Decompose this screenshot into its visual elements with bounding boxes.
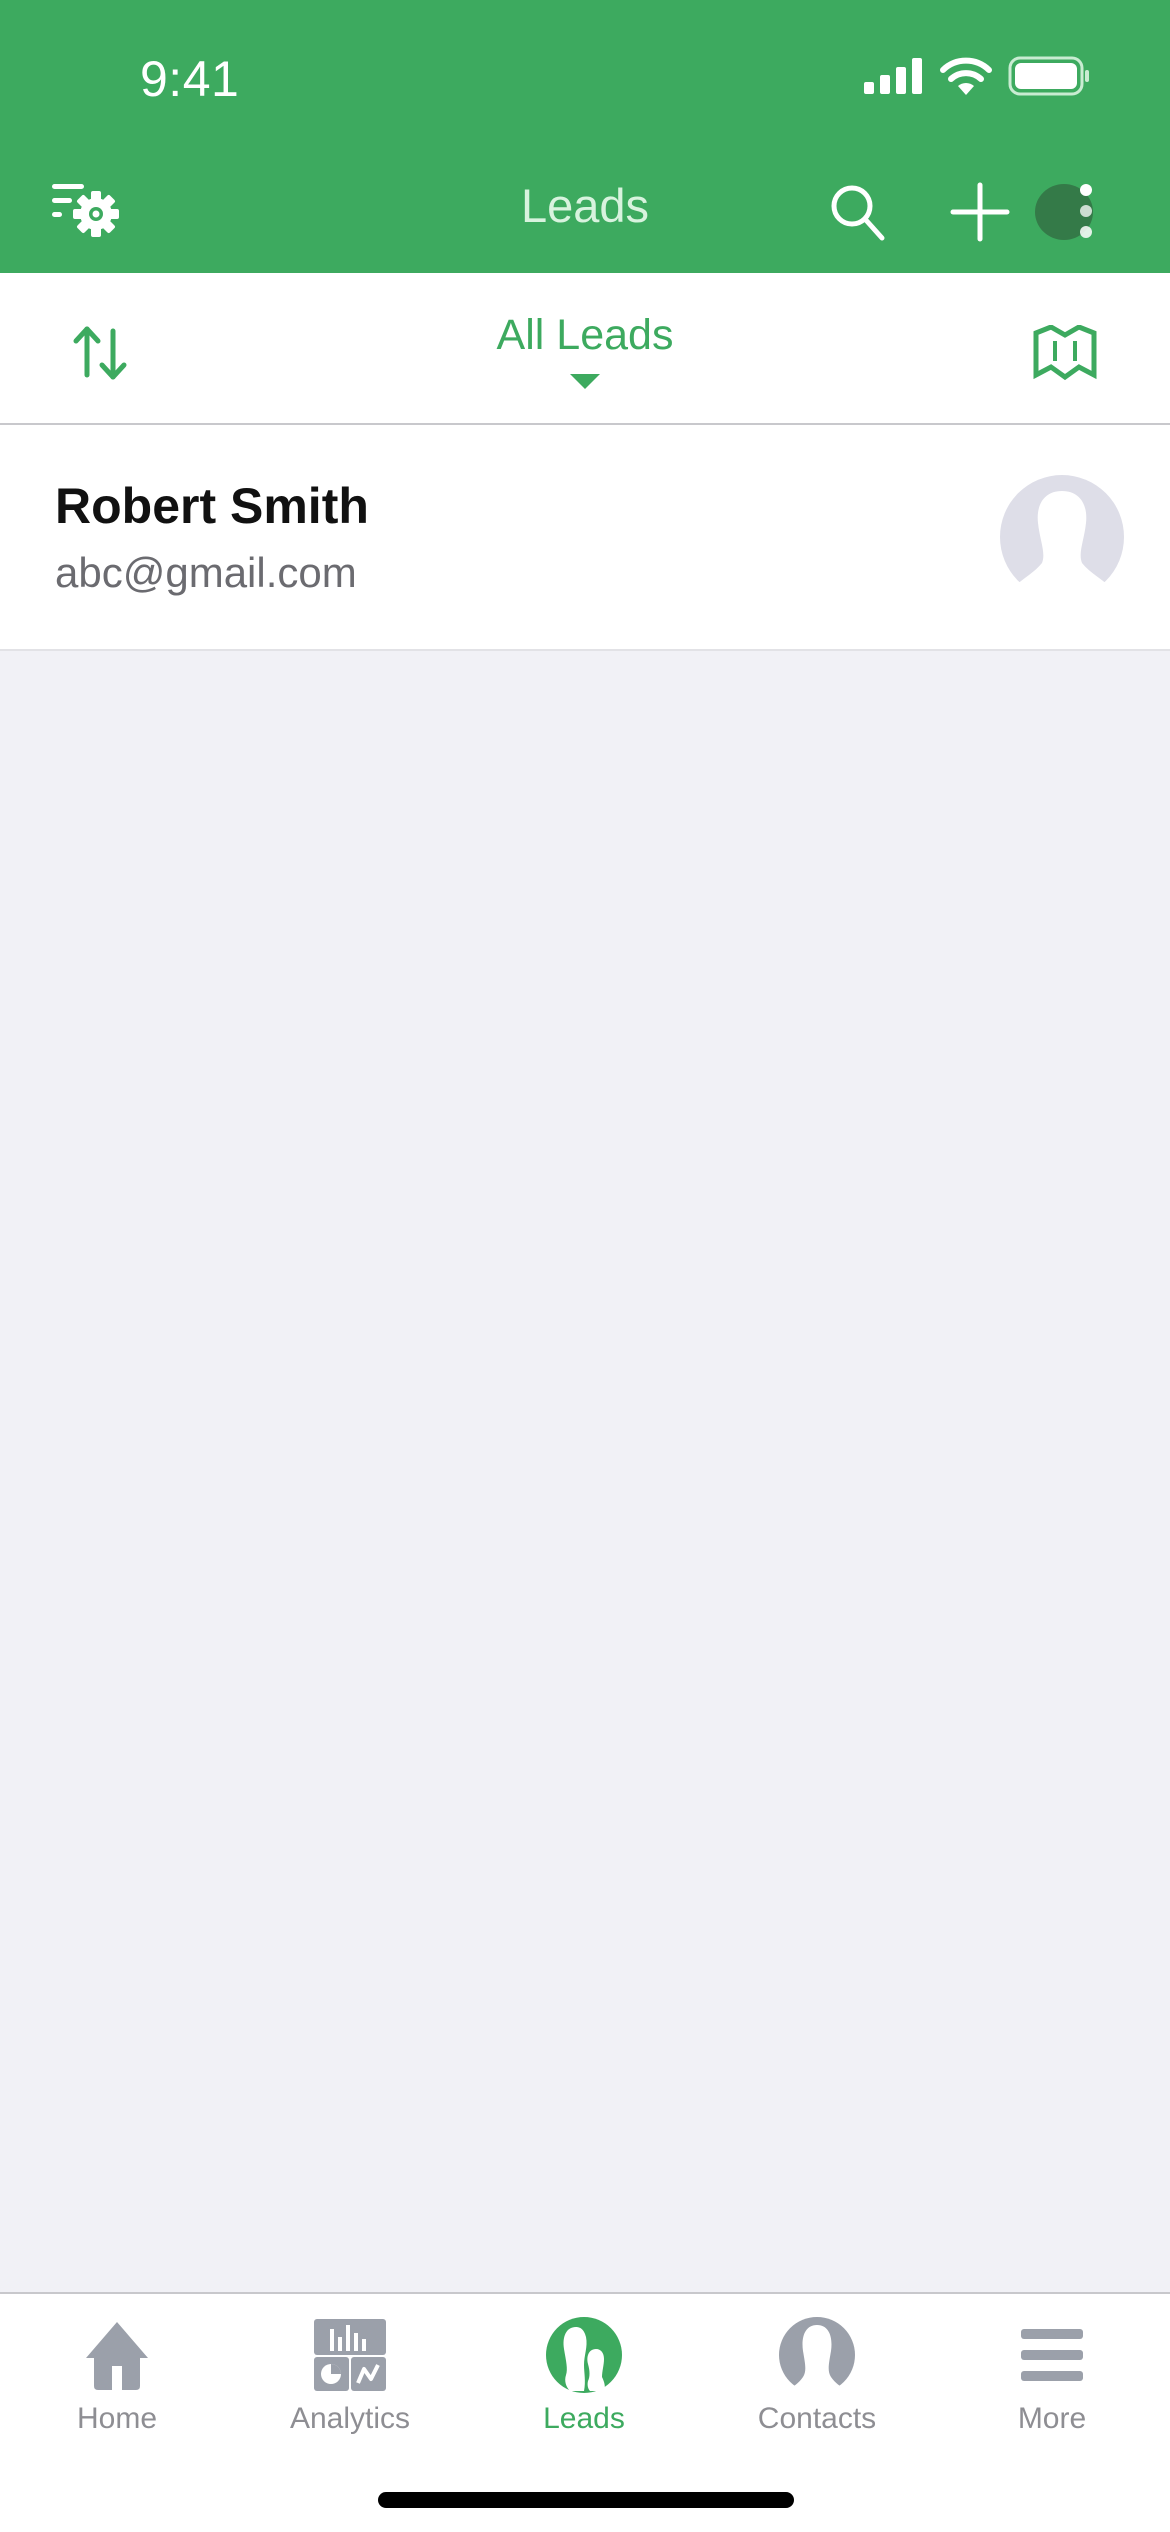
map-view-button[interactable]: [1025, 313, 1105, 393]
cellular-signal-icon: [864, 58, 922, 94]
contacts-icon: [779, 2317, 855, 2395]
view-selector-label: All Leads: [496, 311, 674, 359]
lead-name: Robert Smith: [55, 478, 369, 534]
view-selector-dropdown[interactable]: All Leads: [460, 311, 710, 389]
tab-label: More: [1017, 2402, 1087, 2435]
tab-contacts[interactable]: Contacts: [700, 2294, 934, 2444]
leads-list: Robert Smith abc@gmail.com: [0, 425, 1170, 651]
home-icon: [86, 2322, 148, 2390]
tab-home[interactable]: Home: [0, 2294, 234, 2444]
lead-email: abc@gmail.com: [55, 549, 357, 596]
sort-button[interactable]: [60, 313, 140, 393]
more-options-button[interactable]: [1025, 172, 1105, 252]
top-bar: 9:41 Leads: [0, 0, 1170, 273]
search-button[interactable]: [818, 172, 898, 252]
caret-down-icon: [570, 374, 600, 389]
tab-more[interactable]: More: [935, 2294, 1169, 2444]
tab-leads[interactable]: Leads: [467, 2294, 701, 2444]
status-icons: [864, 56, 1090, 96]
battery-icon: [1008, 56, 1089, 96]
sort-arrows-icon: [73, 326, 127, 380]
tab-label: Home: [76, 2402, 158, 2435]
analytics-icon: [314, 2319, 386, 2391]
plus-icon: [950, 182, 1010, 242]
leads-icon: [546, 2317, 622, 2393]
more-vertical-icon: [1080, 184, 1092, 238]
wifi-icon: [940, 57, 992, 95]
tab-label: Contacts: [757, 2402, 877, 2435]
tab-label: Leads: [543, 2402, 625, 2435]
tab-analytics[interactable]: Analytics: [233, 2294, 467, 2444]
map-icon: [1033, 325, 1097, 381]
add-lead-button[interactable]: [940, 172, 1020, 252]
avatar: [1000, 475, 1124, 599]
filter-bar: All Leads: [0, 273, 1170, 425]
tab-label: Analytics: [289, 2402, 411, 2435]
hamburger-icon: [1021, 2329, 1083, 2381]
home-indicator: [378, 2492, 794, 2508]
status-time: 9:41: [140, 51, 240, 107]
list-item[interactable]: Robert Smith abc@gmail.com: [0, 425, 1170, 651]
search-icon: [831, 185, 885, 241]
